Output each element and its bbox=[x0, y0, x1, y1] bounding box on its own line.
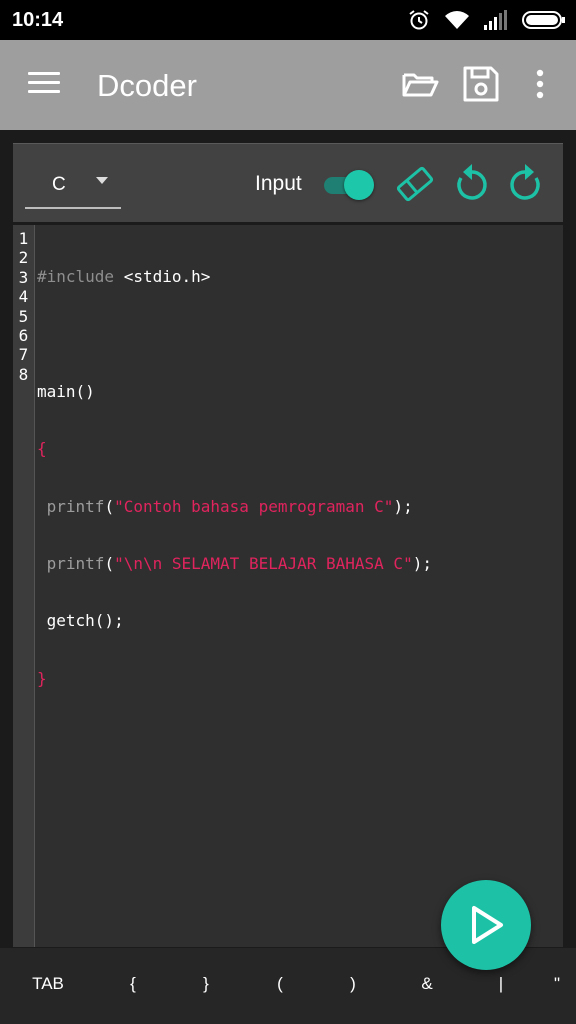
app-bar: Dcoder bbox=[0, 40, 576, 130]
input-label: Input bbox=[255, 172, 302, 195]
line-number: 8 bbox=[18, 364, 29, 384]
play-icon bbox=[472, 906, 503, 944]
more-vert-icon[interactable] bbox=[519, 62, 559, 106]
function-name: printf bbox=[37, 553, 105, 573]
code-line: } bbox=[37, 669, 432, 688]
main-declaration: main() bbox=[37, 381, 95, 401]
key-tab[interactable]: TAB bbox=[28, 974, 68, 994]
key-close-paren[interactable]: ) bbox=[333, 974, 373, 994]
code-line: printf("Contoh bahasa pemrograman C"); bbox=[37, 497, 432, 516]
code-text[interactable]: #include <stdio.h> main() { printf("Cont… bbox=[37, 229, 432, 726]
undo-icon[interactable] bbox=[449, 162, 493, 206]
line-number: 5 bbox=[18, 306, 29, 326]
code-editor[interactable]: 1 2 3 4 5 6 7 8 #include <stdio.h> main(… bbox=[13, 225, 563, 947]
signal-icon bbox=[484, 10, 507, 30]
line-number: 2 bbox=[18, 248, 29, 268]
line-gutter: 1 2 3 4 5 6 7 8 bbox=[13, 225, 35, 947]
run-button[interactable] bbox=[441, 880, 531, 970]
alarm-icon bbox=[409, 10, 429, 30]
toggle-thumb bbox=[344, 170, 374, 200]
menu-icon[interactable] bbox=[22, 64, 66, 104]
line-number: 7 bbox=[18, 345, 29, 365]
key-pipe[interactable]: | bbox=[481, 974, 521, 994]
paren: ( bbox=[104, 496, 115, 516]
chevron-down-icon bbox=[96, 177, 108, 184]
status-time: 10:14 bbox=[12, 9, 64, 31]
eraser-icon[interactable] bbox=[393, 162, 437, 206]
status-icons bbox=[408, 8, 566, 32]
key-close-brace[interactable]: } bbox=[186, 974, 226, 994]
wifi-icon bbox=[445, 11, 469, 29]
code-line: printf("\n\n SELAMAT BELAJAR BAHASA C"); bbox=[37, 554, 432, 573]
language-dropdown[interactable]: C bbox=[25, 144, 121, 210]
string-literal: "\n\n SELAMAT BELAJAR BAHASA C" bbox=[114, 553, 413, 573]
line-number: 6 bbox=[18, 325, 29, 345]
preprocessor-directive: #include bbox=[37, 267, 115, 286]
save-icon[interactable] bbox=[459, 62, 503, 106]
line-number: 3 bbox=[18, 267, 29, 287]
key-open-brace[interactable]: { bbox=[113, 974, 153, 994]
code-line: main() bbox=[37, 382, 432, 401]
language-label: C bbox=[52, 174, 66, 195]
code-line: { bbox=[37, 439, 432, 458]
redo-icon[interactable] bbox=[504, 162, 548, 206]
include-target: <stdio.h> bbox=[114, 267, 211, 286]
app-title: Dcoder bbox=[97, 68, 197, 103]
line-number: 1 bbox=[18, 229, 29, 248]
status-bar: 10:14 bbox=[0, 0, 576, 40]
paren: ); bbox=[412, 553, 432, 573]
folder-open-icon[interactable] bbox=[398, 62, 442, 106]
key-ampersand[interactable]: & bbox=[407, 974, 447, 994]
open-brace: { bbox=[37, 439, 47, 459]
paren: ); bbox=[393, 496, 413, 516]
editor-toolbar: C Input bbox=[13, 143, 563, 222]
key-open-paren[interactable]: ( bbox=[260, 974, 300, 994]
line-number: 4 bbox=[18, 287, 29, 307]
paren: ( bbox=[104, 553, 115, 573]
getch-call: getch(); bbox=[37, 611, 124, 631]
dropdown-underline bbox=[25, 207, 121, 209]
battery-icon bbox=[522, 11, 565, 29]
input-toggle[interactable] bbox=[324, 168, 378, 202]
key-quote[interactable]: " bbox=[554, 974, 574, 994]
close-brace: } bbox=[37, 668, 47, 688]
function-name: printf bbox=[37, 496, 105, 516]
code-line: getch(); bbox=[37, 611, 432, 630]
string-literal: "Contoh bahasa pemrograman C" bbox=[114, 496, 394, 516]
code-line: #include <stdio.h> bbox=[37, 267, 432, 286]
